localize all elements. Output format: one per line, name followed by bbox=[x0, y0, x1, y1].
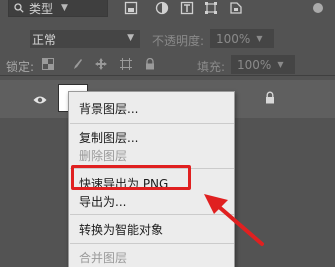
highlight-box bbox=[71, 165, 191, 190]
opacity-field[interactable]: 100% ▼ bbox=[210, 29, 274, 48]
chevron-down-icon: ▼ bbox=[256, 34, 263, 43]
lock-transparent-icon[interactable] bbox=[42, 58, 54, 70]
search-icon bbox=[14, 3, 24, 13]
adjustment-filter-icon[interactable] bbox=[155, 1, 169, 15]
lock-row: 锁定: 填充: 100% ▼ bbox=[0, 52, 335, 76]
pixel-filter-icon[interactable] bbox=[124, 1, 138, 15]
annotation-arrow-icon bbox=[204, 194, 264, 246]
filter-toggle-icon[interactable] bbox=[313, 3, 323, 13]
lock-brush-icon[interactable] bbox=[71, 58, 83, 70]
opacity-label: 不透明度: bbox=[152, 34, 205, 48]
blend-mode-dropdown[interactable]: 正常 ▼ bbox=[30, 30, 140, 48]
lock-move-icon[interactable] bbox=[95, 58, 107, 70]
lock-artboard-icon[interactable] bbox=[120, 58, 132, 70]
smart-object-filter-icon[interactable] bbox=[229, 1, 243, 15]
chevron-down-icon: ▼ bbox=[277, 60, 284, 69]
menu-item-background-layer[interactable]: 背景图层... bbox=[79, 100, 138, 117]
menu-item-convert-to-smart-object[interactable]: 转换为智能对象 bbox=[79, 221, 163, 238]
chevron-down-icon: ▼ bbox=[127, 33, 134, 43]
type-filter-icon[interactable] bbox=[180, 1, 194, 15]
lock-label: 锁定: bbox=[6, 60, 35, 74]
fill-field[interactable]: 100% ▼ bbox=[231, 55, 295, 74]
filter-kind-label: 类型 bbox=[29, 1, 54, 16]
menu-item-export-as[interactable]: 导出为... bbox=[79, 193, 126, 210]
shape-filter-icon[interactable] bbox=[204, 1, 218, 15]
filter-kind-dropdown[interactable]: 类型 ▼ bbox=[8, 0, 108, 17]
chevron-down-icon: ▼ bbox=[61, 3, 68, 13]
visibility-eye-icon[interactable] bbox=[33, 95, 47, 105]
menu-separator bbox=[70, 123, 234, 124]
lock-all-icon[interactable] bbox=[144, 58, 156, 70]
blend-mode-value: 正常 bbox=[32, 32, 57, 47]
fill-value: 100% bbox=[237, 57, 272, 72]
menu-item-duplicate-layer[interactable]: 复制图层... bbox=[79, 129, 138, 146]
blend-row: 正常 ▼ 不透明度: 100% ▼ bbox=[0, 24, 335, 50]
layer-filter-bar: 类型 ▼ bbox=[0, 0, 335, 22]
menu-item-delete-layer: 删除图层 bbox=[79, 149, 128, 163]
menu-item-merge-layers: 合并图层 bbox=[79, 251, 128, 265]
fill-label: 填充: bbox=[197, 60, 226, 74]
layer-lock-icon[interactable] bbox=[265, 91, 275, 104]
opacity-value: 100% bbox=[216, 31, 251, 46]
